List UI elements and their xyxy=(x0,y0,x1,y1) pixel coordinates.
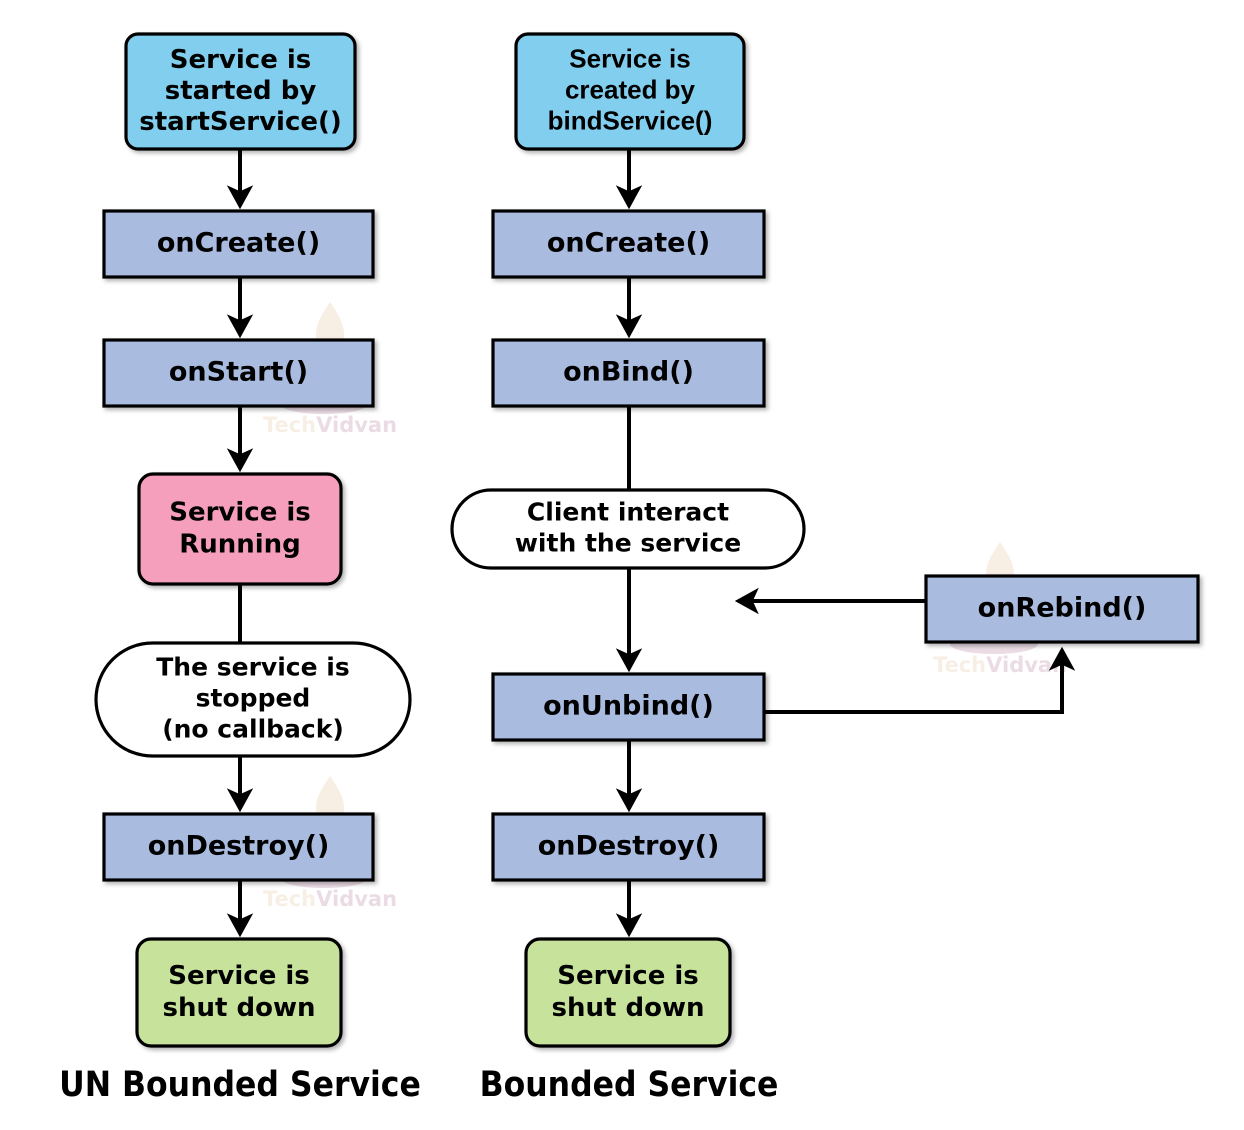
node-label-line: Running xyxy=(179,530,301,560)
watermark-brand-text: TechVidvan xyxy=(933,653,1067,677)
node-label-line: stopped xyxy=(196,684,311,713)
node-b-ondestroy: onDestroy() xyxy=(491,812,766,882)
node-b-client: Client interactwith the service xyxy=(450,488,806,570)
node-label-line: startService() xyxy=(139,107,342,137)
node-label-line: Service is xyxy=(168,961,310,991)
node-label-line: The service is xyxy=(156,653,349,682)
node-label-line: onCreate() xyxy=(547,228,710,259)
node-u-stopped: The service isstopped(no callback) xyxy=(94,641,412,758)
node-label-line: onCreate() xyxy=(157,228,320,259)
node-label-line: shut down xyxy=(552,993,705,1023)
node-label-line: Client interact xyxy=(527,498,729,527)
node-b-start: Service iscreated bybindService() xyxy=(514,32,746,151)
node-label-line: onStart() xyxy=(169,357,308,388)
node-u-shutdown: Service isshut down xyxy=(135,937,343,1048)
node-label-line: Service is xyxy=(169,498,311,528)
node-label-line: onRebind() xyxy=(978,593,1147,624)
node-label-line: onBind() xyxy=(563,357,694,388)
column-label-unbounded: UN Bounded Service xyxy=(59,1065,421,1105)
node-label-line: (no callback) xyxy=(162,715,344,744)
node-label-line: Service is xyxy=(569,43,690,73)
diagram-canvas: TechVidvan TechVidvan TechVidvan Service i… xyxy=(0,0,1244,1130)
node-label-line: shut down xyxy=(163,993,316,1023)
node-u-ondestroy: onDestroy() xyxy=(102,812,375,882)
node-b-oncreate: onCreate() xyxy=(491,209,766,279)
node-u-oncreate: onCreate() xyxy=(102,209,375,279)
node-b-shutdown: Service isshut down xyxy=(524,937,732,1048)
node-b-onunbind: onUnbind() xyxy=(491,672,766,742)
watermark-brand-text: TechVidvan xyxy=(263,887,397,911)
node-label-line: onDestroy() xyxy=(538,831,720,862)
node-b-onrebind: onRebind() xyxy=(924,574,1200,644)
node-label-line: Service is xyxy=(170,45,312,75)
node-b-onbind: onBind() xyxy=(491,338,766,408)
service-lifecycle-diagram: TechVidvan TechVidvan TechVidvan Service i… xyxy=(59,32,1200,1105)
node-label-line: Service is xyxy=(557,961,699,991)
node-layer: Service isstarted bystartService()onCrea… xyxy=(94,32,1200,1048)
node-label-line: started by xyxy=(165,76,317,106)
node-label-line: bindService() xyxy=(548,105,713,135)
column-label-layer: UN Bounded Service Bounded Service xyxy=(59,1065,778,1105)
node-label-line: onUnbind() xyxy=(543,691,714,722)
node-u-running: Service isRunning xyxy=(137,472,343,586)
watermark-brand-text: TechVidvan xyxy=(263,413,397,437)
node-label-line: created by xyxy=(565,74,696,104)
node-label-line: with the service xyxy=(515,529,741,558)
node-u-start: Service isstarted bystartService() xyxy=(124,32,357,151)
node-u-onstart: onStart() xyxy=(102,338,375,408)
column-label-bounded: Bounded Service xyxy=(480,1065,779,1105)
node-label-line: onDestroy() xyxy=(148,831,330,862)
